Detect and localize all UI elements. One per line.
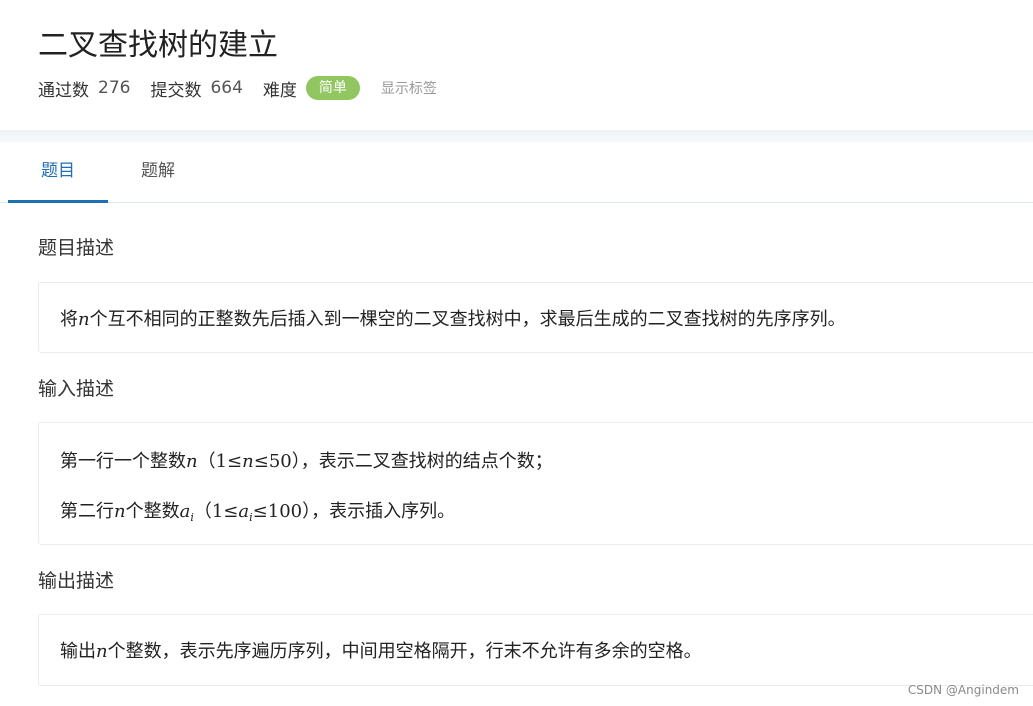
header-divider [0,130,1033,142]
tab-bar: 题目 题解 [0,142,1033,203]
paren: ） [302,501,312,522]
passed-count: 276 [98,78,131,98]
math-range: ≤100 [252,501,303,522]
description-box: 将n个互不相同的正整数先后插入到一棵空的二叉查找树中，求最后生成的二叉查找树的先… [38,282,1033,353]
paren: （ [197,451,216,472]
math-var-n: n [78,309,90,330]
input-text-part: ，表示插入序列。 [311,501,456,522]
problem-stats: 通过数 276 提交数 664 难度 简单 显示标签 [38,75,437,101]
math-range: ≤50 [253,451,292,472]
tab-solution[interactable]: 题解 [108,142,208,200]
description-text: 将n个互不相同的正整数先后插入到一棵空的二叉查找树中，求最后生成的二叉查找树的先… [60,307,846,333]
input-text-part: 第二行 [60,501,114,522]
output-box: 输出n个整数，表示先序遍历序列，中间用空格隔开，行末不允许有多余的空格。 [38,614,1033,686]
input-box: 第一行一个整数n（1≤n≤50），表示二叉查找树的结点个数； 第二行n个整数ai… [38,422,1033,545]
math-range: 1≤ [215,451,243,472]
problem-header: 二叉查找树的建立 通过数 276 提交数 664 难度 简单 显示标签 [0,0,1033,130]
math-var-a: a [179,501,191,522]
math-range: 1≤ [211,501,239,522]
math-var-n: n [242,451,254,472]
difficulty-badge: 简单 [305,76,360,100]
difficulty-label: 难度 [262,80,297,101]
description-text-part: 将 [60,309,78,330]
output-text-part: 输出 [60,641,96,662]
problem-page: 二叉查找树的建立 通过数 276 提交数 664 难度 简单 显示标签 题目 题… [0,0,1033,706]
output-heading: 输出描述 [38,570,115,592]
paren: ） [291,451,301,472]
input-line-2: 第二行n个整数ai（1≤ai≤100），表示插入序列。 [60,499,455,531]
input-line-1: 第一行一个整数n（1≤n≤50），表示二叉查找树的结点个数； [60,449,553,475]
submitted-label: 提交数 [150,80,202,101]
description-heading: 题目描述 [38,237,115,259]
problem-title: 二叉查找树的建立 [38,28,278,63]
output-text-part: 个整数，表示先序遍历序列，中间用空格隔开，行末不允许有多余的空格。 [107,641,702,662]
csdn-watermark: CSDN @Angindem [907,683,1019,697]
math-var-n: n [114,501,126,522]
math-var-n: n [186,451,198,472]
input-text-part: 第一行一个整数 [60,451,186,472]
description-text-part: 个互不相同的正整数先后插入到一棵空的二叉查找树中，求最后生成的二叉查找树的先序序… [89,309,846,330]
input-text-part: ，表示二叉查找树的结点个数； [300,451,553,472]
input-text-part: 个整数 [125,501,180,522]
math-var-a: a [238,501,250,522]
output-text: 输出n个整数，表示先序遍历序列，中间用空格隔开，行末不允许有多余的空格。 [60,639,702,665]
passed-label: 通过数 [38,80,89,101]
show-tags-link[interactable]: 显示标签 [381,78,437,98]
submitted-count: 664 [210,78,243,98]
paren: （ [193,501,212,522]
input-heading: 输入描述 [38,378,115,400]
math-var-n: n [96,641,108,662]
tab-problem[interactable]: 题目 [8,142,108,203]
